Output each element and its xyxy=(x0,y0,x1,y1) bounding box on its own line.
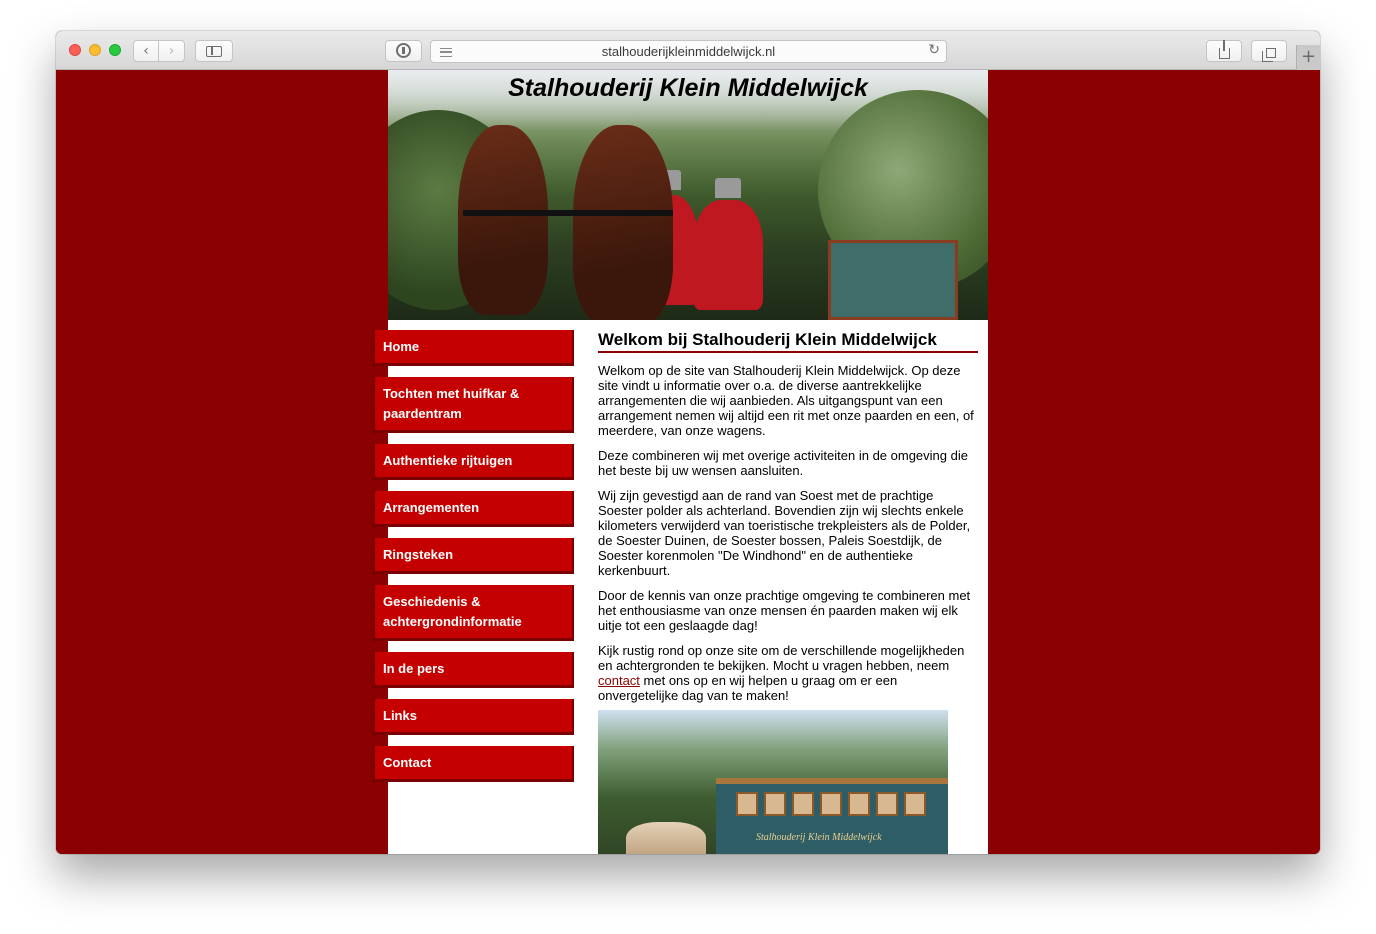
paragraph: Kijk rustig rond op onze site om de vers… xyxy=(598,643,965,703)
paardentram-image: Stalhouderij Klein Middelwijck xyxy=(716,778,948,854)
nav-item-contact[interactable]: Contact xyxy=(372,746,574,782)
url-text[interactable]: stalhouderijkleinmiddelwijck.nl xyxy=(431,44,946,59)
main-navigation: Home Tochten met huifkar & paardentram A… xyxy=(372,330,574,793)
share-button[interactable] xyxy=(1206,40,1242,62)
site-title: Stalhouderij Klein Middelwijck xyxy=(508,74,868,102)
tabs-icon xyxy=(1262,48,1276,62)
nav-item-arrangementen[interactable]: Arrangementen xyxy=(372,491,574,527)
nav-item-links[interactable]: Links xyxy=(372,699,574,735)
browser-toolbar: ‹ › stalhouderijkleinmiddelwijck.nl ↻ + xyxy=(56,31,1320,70)
share-icon xyxy=(1218,40,1230,59)
chevron-right-icon: › xyxy=(168,43,175,59)
paragraph: Door de kennis van onze prachtige omgevi… xyxy=(598,588,971,633)
contact-link[interactable]: contact xyxy=(598,673,640,688)
nav-item-home[interactable]: Home xyxy=(372,330,574,366)
page-container: Stalhouderij Klein Middelwijck Home Toch… xyxy=(372,70,988,854)
zoom-window-button[interactable] xyxy=(109,44,121,56)
paragraph: Deze combineren wij met overige activite… xyxy=(598,448,968,478)
main-content: Welkom bij Stalhouderij Klein Middelwijc… xyxy=(598,330,978,713)
tram-lettering: Stalhouderij Klein Middelwijck xyxy=(756,832,882,843)
horse-figure xyxy=(458,125,548,315)
intro-paragraph: Welkom op de site van Stalhouderij Klein… xyxy=(598,363,974,438)
address-bar[interactable]: stalhouderijkleinmiddelwijck.nl ↻ xyxy=(430,40,947,63)
forward-button[interactable]: › xyxy=(158,40,185,62)
paragraph: Wij zijn gevestigd aan de rand van Soest… xyxy=(598,488,971,578)
minimize-window-button[interactable] xyxy=(89,44,101,56)
page-viewport: Stalhouderij Klein Middelwijck Home Toch… xyxy=(56,70,1320,854)
back-button[interactable]: ‹ xyxy=(133,40,159,62)
tram-photo: Stalhouderij Klein Middelwijck xyxy=(598,710,948,854)
sidebar-toggle-button[interactable] xyxy=(195,40,233,62)
close-window-button[interactable] xyxy=(69,44,81,56)
privacy-report-button[interactable] xyxy=(385,40,422,62)
nav-item-ringsteken[interactable]: Ringsteken xyxy=(372,538,574,574)
tab-overview-button[interactable] xyxy=(1251,40,1287,62)
horse-figure xyxy=(573,125,673,320)
chevron-left-icon: ‹ xyxy=(143,43,149,59)
privacy-icon xyxy=(396,43,411,58)
sidebar-icon xyxy=(206,46,222,57)
carriage-image xyxy=(828,240,958,320)
nav-item-rijtuigen[interactable]: Authentieke rijtuigen xyxy=(372,444,574,480)
nav-item-tochten[interactable]: Tochten met huifkar & paardentram xyxy=(372,377,574,433)
header-banner: Stalhouderij Klein Middelwijck xyxy=(388,70,988,320)
coachman-figure xyxy=(693,200,763,310)
browser-window: ‹ › stalhouderijkleinmiddelwijck.nl ↻ + xyxy=(56,31,1320,854)
nav-item-geschiedenis[interactable]: Geschiedenis & achtergrondinformatie xyxy=(372,585,574,641)
horse-figure xyxy=(626,822,706,854)
reload-icon[interactable]: ↻ xyxy=(928,42,940,58)
nav-item-pers[interactable]: In de pers xyxy=(372,652,574,688)
page-heading: Welkom bij Stalhouderij Klein Middelwijc… xyxy=(598,330,978,353)
new-tab-button[interactable]: + xyxy=(1296,45,1320,70)
